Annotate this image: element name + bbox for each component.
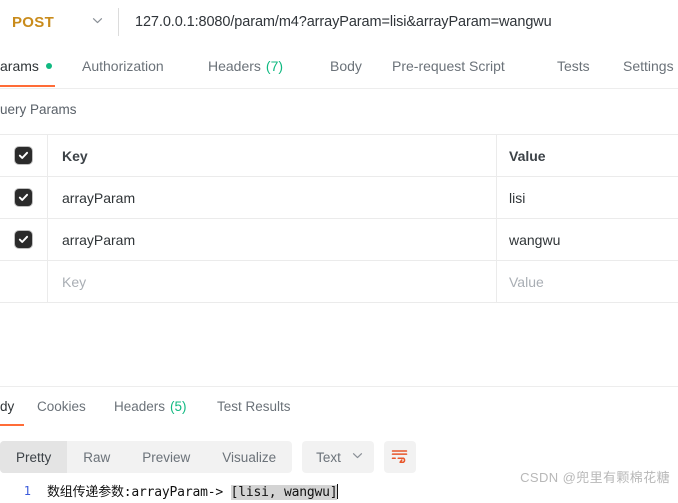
table-row: arrayParam lisi [0, 177, 678, 219]
response-format-select[interactable]: Text [302, 441, 374, 473]
chevron-down-icon [351, 449, 364, 465]
tab-pre-request-script[interactable]: Pre-request Script [392, 44, 505, 87]
response-format-label: Text [316, 449, 341, 465]
request-url-bar: POST 127.0.0.1:8080/param/m4?arrayParam=… [0, 0, 678, 45]
checkmark-icon [18, 235, 29, 243]
chevron-down-icon [91, 14, 104, 30]
view-pretty-button[interactable]: Pretty [0, 441, 68, 473]
line-number: 1 [23, 483, 31, 498]
response-tab-test-results[interactable]: Test Results [217, 387, 291, 426]
request-tab-bar: arams Authorization Headers (7) Body Pre… [0, 44, 678, 89]
query-params-table: Key Value arrayParam lisi arrayParam wan… [0, 134, 678, 303]
tab-headers-label: Headers [208, 57, 261, 74]
row-enabled-checkbox[interactable] [15, 231, 32, 248]
response-body-line: 数组传递参数:arrayParam-> [lisi, wangwu] [31, 481, 339, 500]
select-all-checkbox[interactable] [15, 147, 32, 164]
row-value-input[interactable]: wangwu [497, 219, 678, 260]
tab-authorization[interactable]: Authorization [82, 44, 164, 87]
response-tab-test-results-label: Test Results [217, 399, 291, 414]
url-input[interactable]: 127.0.0.1:8080/param/m4?arrayParam=lisi&… [119, 0, 678, 44]
table-row-empty: Key Value [0, 261, 678, 302]
response-view-segmented-control: Pretty Raw Preview Visualize [0, 441, 293, 473]
tab-tests[interactable]: Tests [557, 44, 590, 87]
response-tab-bar: dy Cookies Headers (5) Test Results [0, 386, 678, 427]
response-tab-headers[interactable]: Headers (5) [114, 387, 187, 426]
response-tab-cookies-label: Cookies [37, 399, 86, 414]
active-tab-underline [0, 85, 55, 87]
row-key-input[interactable]: arrayParam [48, 177, 497, 218]
response-tab-cookies[interactable]: Cookies [37, 387, 86, 426]
row-value-input[interactable]: lisi [497, 177, 678, 218]
checkmark-icon [18, 193, 29, 201]
tab-pre-request-script-label: Pre-request Script [392, 57, 505, 74]
csdn-watermark: CSDN @兜里有颗棉花糖 [520, 470, 670, 485]
http-method-label: POST [12, 13, 55, 31]
checkmark-icon [18, 151, 29, 159]
word-wrap-toggle-button[interactable] [383, 441, 416, 473]
table-row: arrayParam wangwu [0, 219, 678, 261]
word-wrap-icon [391, 448, 408, 466]
view-visualize-button[interactable]: Visualize [206, 441, 292, 473]
row-checkbox-cell [0, 219, 48, 260]
row-checkbox-cell [0, 261, 48, 302]
unsaved-dot-icon [45, 62, 52, 69]
response-tab-body[interactable]: dy [0, 387, 24, 426]
header-key-label: Key [48, 135, 497, 176]
tab-body[interactable]: Body [330, 44, 362, 87]
response-tab-headers-label: Headers [114, 399, 166, 414]
tab-settings-label: Settings [623, 57, 674, 74]
tab-headers[interactable]: Headers (7) [208, 44, 283, 87]
http-method-selector[interactable]: POST [0, 0, 118, 44]
row-checkbox-cell [0, 177, 48, 218]
tab-authorization-label: Authorization [82, 57, 164, 74]
response-tab-body-label: dy [0, 399, 15, 414]
response-body-text: 数组传递参数:arrayParam-> [47, 485, 231, 500]
row-enabled-checkbox[interactable] [15, 189, 32, 206]
header-value-label: Value [509, 147, 546, 164]
row-key-input[interactable]: arrayParam [48, 219, 497, 260]
query-params-heading: uery Params [0, 102, 77, 117]
header-checkbox-cell [0, 135, 48, 176]
tab-body-label: Body [330, 57, 362, 74]
view-raw-button[interactable]: Raw [67, 441, 126, 473]
tab-tests-label: Tests [557, 57, 590, 74]
postman-request-response-panel: POST 127.0.0.1:8080/param/m4?arrayParam=… [0, 0, 678, 503]
tab-params-label: arams [0, 57, 39, 74]
active-response-tab-underline [0, 424, 24, 426]
view-preview-button[interactable]: Preview [126, 441, 206, 473]
text-caret [337, 484, 339, 499]
tab-settings[interactable]: Settings [623, 44, 674, 87]
response-body-selected-text: [lisi, wangwu] [230, 485, 338, 500]
tab-params[interactable]: arams [0, 44, 55, 87]
new-row-key-input[interactable]: Key [48, 261, 497, 302]
response-tab-headers-count: (5) [170, 399, 187, 414]
table-header-row: Key Value [0, 135, 678, 177]
tab-headers-count: (7) [265, 57, 284, 74]
new-row-value-input[interactable]: Value [497, 261, 678, 302]
